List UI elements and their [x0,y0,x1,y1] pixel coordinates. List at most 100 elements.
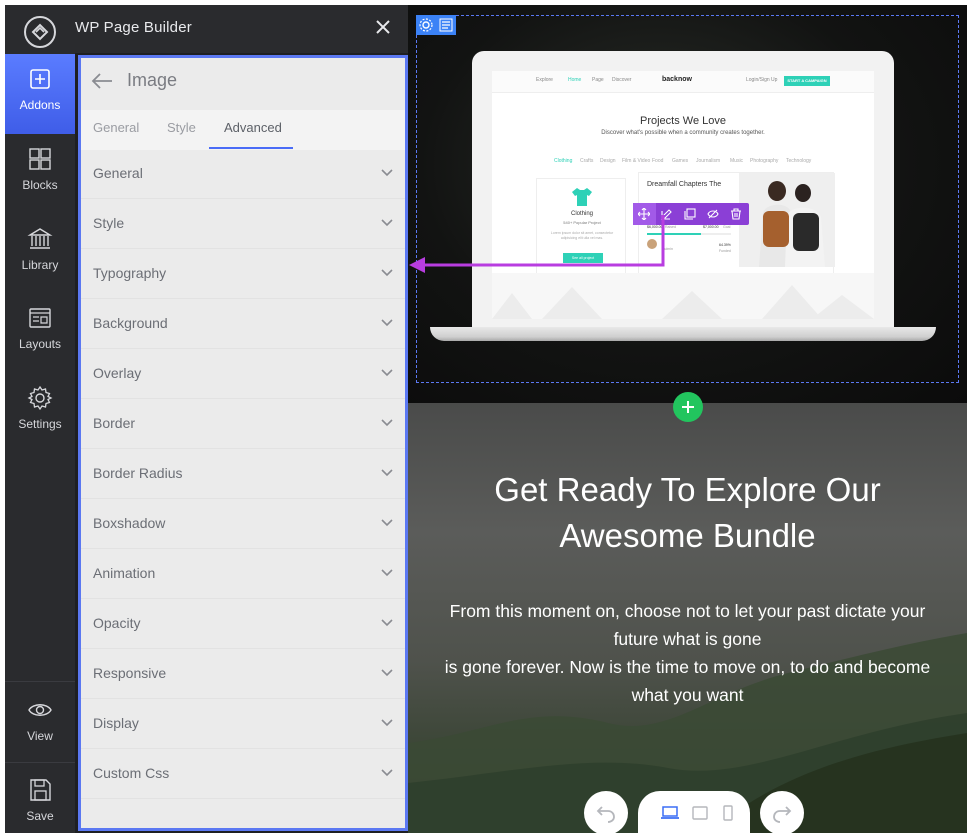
accordion-typography[interactable]: Typography [81,250,405,299]
mockup-login: Login/Sign Up [746,77,778,83]
rail-item-label: Settings [18,417,62,431]
chevron-down-icon [381,169,393,177]
undo-button[interactable] [584,791,628,833]
avatar [647,239,657,249]
accordion-responsive[interactable]: Responsive [81,650,405,699]
eye-off-icon [707,209,719,219]
redo-icon [773,806,792,823]
rail-item-label: Blocks [22,178,58,192]
accordion-display[interactable]: Display [81,700,405,749]
accordion-label: Opacity [93,615,141,631]
rail-item-settings[interactable]: Settings [5,373,75,453]
mockup-author: Admin [663,247,673,251]
hero-body-text[interactable]: From this moment on, choose not to let y… [408,597,967,709]
chevron-down-icon [381,469,393,477]
chevron-down-icon [381,569,393,577]
accordion-opacity[interactable]: Opacity [81,600,405,649]
tablet-icon[interactable] [690,805,710,821]
chevron-down-icon [381,719,393,727]
device-preview-bar [638,791,750,833]
rail-item-layouts[interactable]: Layouts [5,293,75,373]
laptop-base [430,327,936,341]
accordion-label: Style [93,215,125,231]
page-builder-window: Addons Blocks Library Layouts Settings V… [5,5,967,833]
mockup-categories: Clothing Crafts Design Film & Video Food Game… [492,158,874,168]
mockup-category: Music [730,158,744,164]
text-align-icon[interactable] [438,17,454,33]
tab-general[interactable]: General [93,120,139,135]
laptop-screen: Explore Home Page Discover backnow Login… [492,71,874,319]
add-row-button[interactable] [673,392,703,422]
chevron-down-icon [381,769,393,777]
visibility-button[interactable] [702,203,725,225]
accordion-general[interactable]: General [81,150,405,199]
mockup-category: Clothing [554,158,573,164]
accordion-custom-css[interactable]: Custom Css [81,750,405,799]
library-icon [27,228,53,249]
laptop-mockup-image[interactable]: Explore Home Page Discover backnow Login… [430,49,936,349]
accordion-boxshadow[interactable]: Boxshadow [81,500,405,549]
edit-button[interactable] [656,203,679,225]
mockup-category: Journalism [696,158,721,164]
mockup-category: Design [600,158,616,164]
mockup-category: Technology [786,158,812,164]
move-button[interactable] [633,203,656,225]
close-icon[interactable] [373,17,393,37]
mockup-cta: START A CAMPAIGN [784,76,830,86]
mockup-category: Photography [750,158,779,164]
hero-heading-line: Get Ready To Explore Our [494,471,881,508]
mockup-subheading: Discover what's possible when a communit… [601,130,765,136]
duplicate-button[interactable] [679,203,702,225]
app-title: WP Page Builder [75,19,192,36]
tab-advanced[interactable]: Advanced [224,120,282,135]
chevron-down-icon [381,219,393,227]
delete-button[interactable] [725,203,748,225]
accordion-border[interactable]: Border [81,400,405,449]
mockup-card-text: Lorem ipsum dolor sit amet, consectetur … [550,231,614,240]
tab-style[interactable]: Style [167,120,196,135]
element-title: Image [127,70,178,90]
accordion-style[interactable]: Style [81,200,405,249]
accordion-animation[interactable]: Animation [81,550,405,599]
accordion-overlay[interactable]: Overlay [81,350,405,399]
rail-item-view[interactable]: View [5,685,75,765]
mobile-icon[interactable] [718,805,738,821]
element-toolbar [633,203,749,225]
mockup-heading: Projects We Love [639,115,726,127]
mockup-category: Crafts [580,158,594,164]
accordion-label: Animation [93,565,156,581]
move-icon [638,208,650,220]
mockup-percent-label: Funded [719,249,731,253]
mockup-category: Film & Video [622,158,651,164]
element-handle[interactable] [416,15,456,35]
accordion-label: Boxshadow [93,515,166,531]
accordion-label: General [93,165,143,181]
hero-body-line: what you want [631,685,744,705]
mockup-nav-item: Explore [536,77,553,83]
accordion-label: Display [93,715,139,731]
gear-icon[interactable] [418,17,434,33]
rail-item-library[interactable]: Library [5,214,75,294]
mockup-category: Games [672,158,689,164]
mockup-raised-label: Raised [665,225,676,229]
page-canvas: Explore Home Page Discover backnow Login… [408,5,967,833]
chevron-down-icon [381,319,393,327]
rail-item-save[interactable]: Save [5,765,75,833]
active-tab-indicator [209,147,293,149]
hero-body-line: future what is gone [613,629,762,649]
mockup-card-subtitle: 540+ Popular Project [563,220,601,225]
rail-item-addons[interactable]: Addons [5,54,75,134]
desktop-icon[interactable] [660,805,680,821]
blocks-icon [29,148,51,170]
rail-item-blocks[interactable]: Blocks [5,134,75,214]
accordion-border-radius[interactable]: Border Radius [81,450,405,499]
hero-heading[interactable]: Get Ready To Explore Our Awesome Bundle [408,467,967,559]
chevron-down-icon [381,419,393,427]
mockup-project-photo [739,173,835,267]
accordion-label: Overlay [93,365,142,381]
back-arrow-icon[interactable] [91,72,113,90]
accordion-background[interactable]: Background [81,300,405,349]
chevron-down-icon [381,519,393,527]
mockup-nav-item: Page [592,77,604,83]
redo-button[interactable] [760,791,804,833]
